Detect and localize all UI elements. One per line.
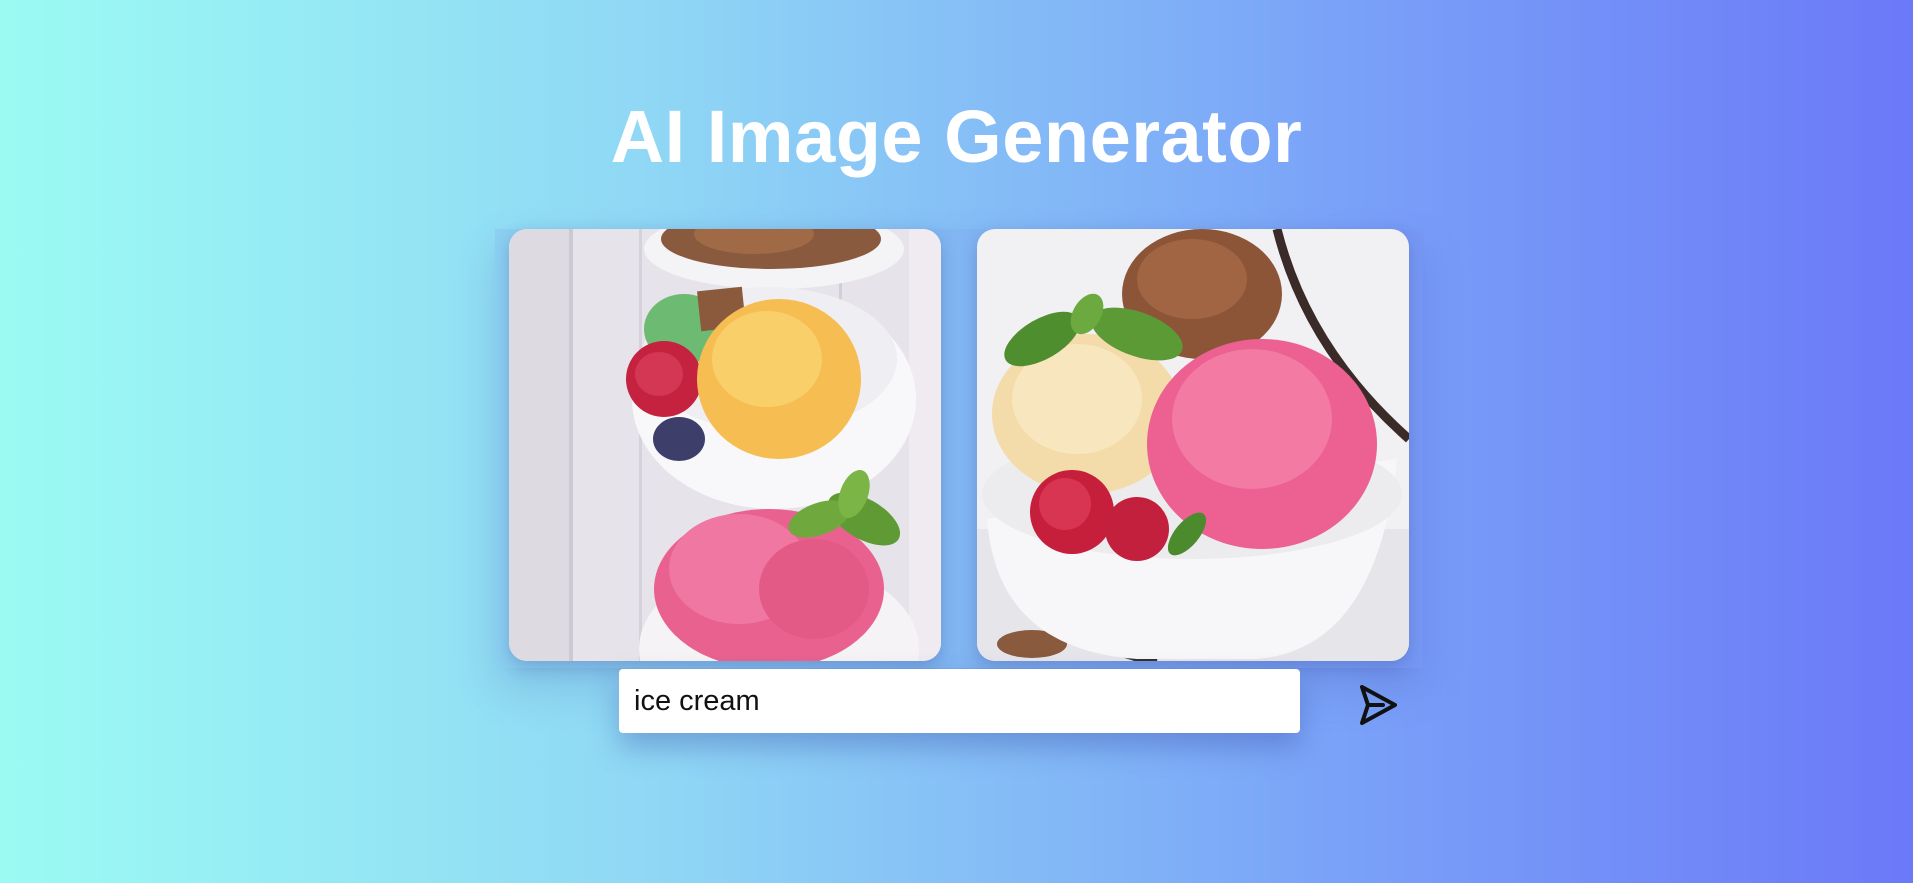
- page-title: AI Image Generator: [610, 94, 1303, 178]
- send-button[interactable]: [1355, 681, 1403, 729]
- generated-image-1[interactable]: [509, 229, 941, 661]
- generated-image-2[interactable]: [977, 229, 1409, 661]
- image-ice-cream-bowls: [509, 229, 941, 661]
- send-icon: [1360, 685, 1397, 725]
- image-gallery: [495, 229, 1423, 668]
- prompt-input[interactable]: [619, 669, 1300, 733]
- prompt-container: [619, 669, 1300, 733]
- image-ice-cream-bowl: [977, 229, 1409, 661]
